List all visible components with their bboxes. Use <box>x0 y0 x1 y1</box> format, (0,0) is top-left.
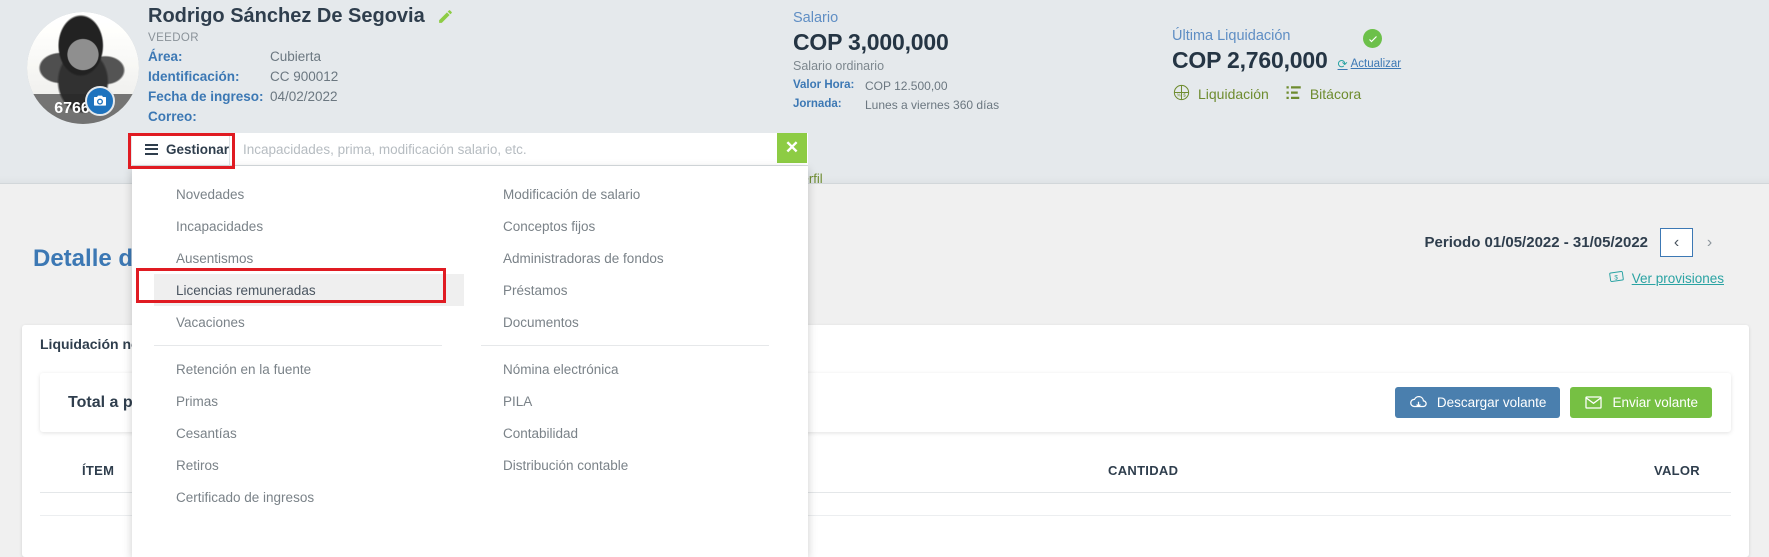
field-value-area: Cubierta <box>270 49 322 64</box>
menu-item-modificacion-salario[interactable]: Modificación de salario <box>481 178 791 210</box>
camera-icon[interactable] <box>85 86 115 116</box>
card-tab-liquidacion[interactable]: Liquidación nó <box>40 336 140 352</box>
menu-item-novedades[interactable]: Novedades <box>154 178 464 210</box>
menu-item-incapacidades[interactable]: Incapacidades <box>154 210 464 242</box>
menu-item-primas[interactable]: Primas <box>154 385 464 417</box>
menu-item-licencias-remuneradas[interactable]: Licencias remuneradas <box>154 274 464 306</box>
gestionar-dropdown: Novedades Incapacidades Ausentismos Lice… <box>132 166 808 557</box>
avatar[interactable]: 6766 <box>27 12 139 124</box>
liquidation-chart-icon: % $ <box>1172 83 1191 105</box>
employee-name-row: Rodrigo Sánchez De Segovia <box>148 5 454 28</box>
page-title: Detalle de <box>33 245 147 272</box>
field-value-fecha-ingreso: 04/02/2022 <box>270 89 338 104</box>
liquidation-action-label: Liquidación <box>1198 86 1269 102</box>
menu-item-distribucion-contable[interactable]: Distribución contable <box>481 449 791 481</box>
menu-item-retencion-fuente[interactable]: Retención en la fuente <box>154 353 464 385</box>
salary-field-label-valor-hora: Valor Hora: <box>793 79 855 91</box>
employee-role: VEEDOR <box>148 32 199 44</box>
column-header-item: ÍTEM <box>82 463 115 478</box>
send-voucher-label: Enviar volante <box>1612 395 1698 410</box>
menu-item-cesantias[interactable]: Cesantías <box>154 417 464 449</box>
field-value-correo <box>270 109 454 124</box>
field-label-identificacion: Identificación: <box>148 69 240 84</box>
salary-field-value-valor-hora: COP 12.500,00 <box>865 79 948 93</box>
svg-text:$: $ <box>1183 92 1186 98</box>
menu-separator-right <box>481 345 769 346</box>
liquidation-actions: % $ Liquidación Bitácora <box>1172 83 1401 105</box>
prev-period-button[interactable]: ‹ <box>1660 228 1693 257</box>
period-navigator: Periodo 01/05/2022 - 31/05/2022 ‹ › <box>1425 228 1726 257</box>
gestionar-button[interactable]: Gestionar <box>132 132 230 166</box>
card-action-buttons: Descargar volante Enviar volante <box>1394 387 1712 418</box>
column-header-valor: VALOR <box>1653 463 1700 478</box>
column-header-cantidad: CANTIDAD <box>1108 463 1179 478</box>
menu-item-nomina-electronica[interactable]: Nómina electrónica <box>481 353 791 385</box>
cloud-download-icon <box>1409 395 1427 408</box>
field-label-fecha-ingreso: Fecha de ingreso: <box>148 89 264 104</box>
ver-provisiones-label: Ver provisiones <box>1631 270 1724 286</box>
liquidation-amount: COP 2,760,000 <box>1172 47 1328 73</box>
salary-block: Salario COP 3,000,000 Salario ordinario … <box>793 10 999 112</box>
refresh-icon: ⟳ <box>1337 57 1348 71</box>
employee-payroll-screen: 6766 Rodrigo Sánchez De Segovia VEEDOR Á… <box>0 0 1769 557</box>
menu-item-pila[interactable]: PILA <box>481 385 791 417</box>
bitacora-action-label: Bitácora <box>1309 86 1362 102</box>
salary-field-label-jornada: Jornada: <box>793 98 842 110</box>
employee-name: Rodrigo Sánchez De Segovia <box>148 5 425 27</box>
menu-item-vacaciones[interactable]: Vacaciones <box>154 306 464 338</box>
employee-info: Rodrigo Sánchez De Segovia VEEDOR Área: … <box>148 5 454 124</box>
update-link-label: Actualizar <box>1350 58 1402 70</box>
menu-item-prestamos[interactable]: Préstamos <box>481 274 791 306</box>
salary-label: Salario <box>793 10 839 26</box>
field-label-area: Área: <box>148 49 183 64</box>
salary-fields: Valor Hora: COP 12.500,00 Jornada: Lunes… <box>793 79 999 112</box>
menu-item-documentos[interactable]: Documentos <box>481 306 791 338</box>
employee-fields: Área: Cubierta Identificación: CC 900012… <box>148 49 454 124</box>
bitacora-action[interactable]: Bitácora <box>1285 84 1361 105</box>
download-voucher-button[interactable]: Descargar volante <box>1394 387 1561 418</box>
liquidation-action[interactable]: % $ Liquidación <box>1172 83 1269 105</box>
salary-field-value-jornada: Lunes a viernes 360 días <box>865 98 1000 112</box>
gestionar-label: Gestionar <box>166 141 230 157</box>
hamburger-icon <box>145 143 158 155</box>
field-label-correo: Correo: <box>148 109 197 124</box>
edit-pencil-icon[interactable] <box>437 8 454 25</box>
salary-amount: COP 3,000,000 <box>793 29 949 55</box>
menu-item-administradoras-fondos[interactable]: Administradoras de fondos <box>481 242 791 274</box>
liquidation-amount-row: COP 2,760,000 ⟳ Actualizar <box>1172 47 1401 74</box>
avatar-id-badge: 6766 <box>27 94 139 124</box>
total-label: Total a p <box>68 393 133 411</box>
status-check-icon <box>1363 29 1382 48</box>
menu-column-left: Novedades Incapacidades Ausentismos Lice… <box>154 166 464 557</box>
next-period-button[interactable]: › <box>1693 228 1726 257</box>
salary-subtitle: Salario ordinario <box>793 59 885 73</box>
menu-item-certificado-ingresos[interactable]: Certificado de ingresos <box>154 481 464 513</box>
provisions-icon: $ <box>1608 268 1625 288</box>
menu-separator-left <box>154 345 442 346</box>
update-link[interactable]: ⟳ Actualizar <box>1338 57 1402 71</box>
download-voucher-label: Descargar volante <box>1436 395 1547 410</box>
period-label: Periodo 01/05/2022 - 31/05/2022 <box>1424 234 1648 251</box>
svg-text:$: $ <box>1614 274 1618 281</box>
menu-item-retiros[interactable]: Retiros <box>154 449 464 481</box>
menu-column-right: Modificación de salario Conceptos fijos … <box>481 166 791 557</box>
manage-search-bar: Gestionar <box>132 132 808 166</box>
clear-search-button[interactable]: ✕ <box>777 133 807 163</box>
ver-provisiones-link[interactable]: $ Ver provisiones <box>1608 268 1724 288</box>
search-input[interactable] <box>230 132 808 166</box>
menu-item-ausentismos[interactable]: Ausentismos <box>154 242 464 274</box>
menu-item-contabilidad[interactable]: Contabilidad <box>481 417 791 449</box>
send-voucher-button[interactable]: Enviar volante <box>1570 387 1712 418</box>
menu-item-conceptos-fijos[interactable]: Conceptos fijos <box>481 210 791 242</box>
log-list-icon <box>1285 84 1303 105</box>
field-value-identificacion: CC 900012 <box>270 69 339 84</box>
envelope-icon <box>1585 396 1603 409</box>
